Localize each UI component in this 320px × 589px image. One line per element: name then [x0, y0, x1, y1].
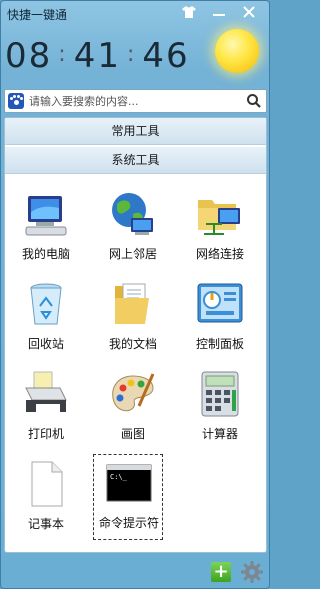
network-neighborhood-icon [109, 190, 157, 238]
search-input[interactable] [29, 93, 239, 109]
tool-network-connections[interactable]: 网络连接 [185, 186, 255, 270]
close-icon [243, 6, 255, 18]
network-connections-icon [196, 190, 244, 238]
tool-label: 我的电脑 [5, 245, 87, 262]
clock-hours: 08 [5, 36, 52, 76]
documents-folder-icon [109, 280, 157, 328]
minimize-icon [213, 14, 225, 16]
tool-paint[interactable]: 画图 [98, 366, 168, 450]
tool-recycle-bin[interactable]: 回收站 [11, 276, 81, 360]
clock-seconds: 46 [142, 36, 189, 76]
digital-clock: 08 : 41 : 46 [5, 31, 190, 81]
window-title: 快捷一键通 [7, 6, 67, 23]
tool-printer[interactable]: 打印机 [11, 366, 81, 450]
tool-calculator[interactable]: 计算器 [185, 366, 255, 450]
clock-minutes: 41 [74, 36, 121, 76]
tool-label: 打印机 [5, 425, 87, 442]
tools-panel: 常用工具 系统工具 我的电脑 网上邻居 [4, 117, 267, 553]
tool-label: 计算器 [179, 425, 261, 442]
tool-command-prompt[interactable]: C:\_ 命令提示符 [93, 454, 163, 540]
tool-label: 记事本 [5, 515, 87, 532]
tool-control-panel[interactable]: 控制面板 [185, 276, 255, 360]
command-prompt-icon: C:\_ [105, 459, 153, 507]
close-button[interactable] [235, 2, 263, 22]
paint-palette-icon [109, 370, 157, 418]
title-bar[interactable]: 快捷一键通 [1, 1, 270, 27]
tool-label: 控制面板 [179, 335, 261, 352]
search-box [4, 89, 267, 113]
control-panel-icon [196, 280, 244, 328]
skin-button[interactable] [175, 2, 203, 22]
shirt-icon [182, 6, 196, 18]
tool-label: 网络连接 [179, 245, 261, 262]
category-system-tools[interactable]: 系统工具 [5, 147, 266, 174]
tool-label: 回收站 [5, 335, 87, 352]
recycle-bin-icon [22, 280, 70, 328]
category-common-tools[interactable]: 常用工具 [5, 118, 266, 145]
tool-label: 网上邻居 [92, 245, 174, 262]
computer-icon [22, 190, 70, 238]
sun-icon[interactable] [215, 29, 259, 73]
minimize-button[interactable] [205, 2, 233, 22]
add-tool-button[interactable]: + [211, 562, 231, 582]
search-icon[interactable] [246, 93, 262, 109]
calculator-icon [196, 370, 244, 418]
tool-my-documents[interactable]: 我的文档 [98, 276, 168, 360]
clock-separator: : [127, 42, 136, 67]
tool-label: 画图 [92, 425, 174, 442]
tool-my-computer[interactable]: 我的电脑 [11, 186, 81, 270]
clock-separator: : [58, 42, 67, 67]
tool-notepad[interactable]: 记事本 [11, 456, 81, 540]
notepad-icon [22, 460, 70, 508]
app-window: 快捷一键通 08 : 41 : 46 [0, 0, 270, 589]
printer-icon [22, 370, 70, 418]
tool-network-neighborhood[interactable]: 网上邻居 [98, 186, 168, 270]
tool-label: 我的文档 [92, 335, 174, 352]
svg-text:C:\_: C:\_ [110, 473, 128, 481]
gear-icon[interactable] [241, 561, 263, 583]
paw-icon[interactable] [8, 93, 24, 109]
tool-label: 命令提示符 [88, 514, 170, 531]
